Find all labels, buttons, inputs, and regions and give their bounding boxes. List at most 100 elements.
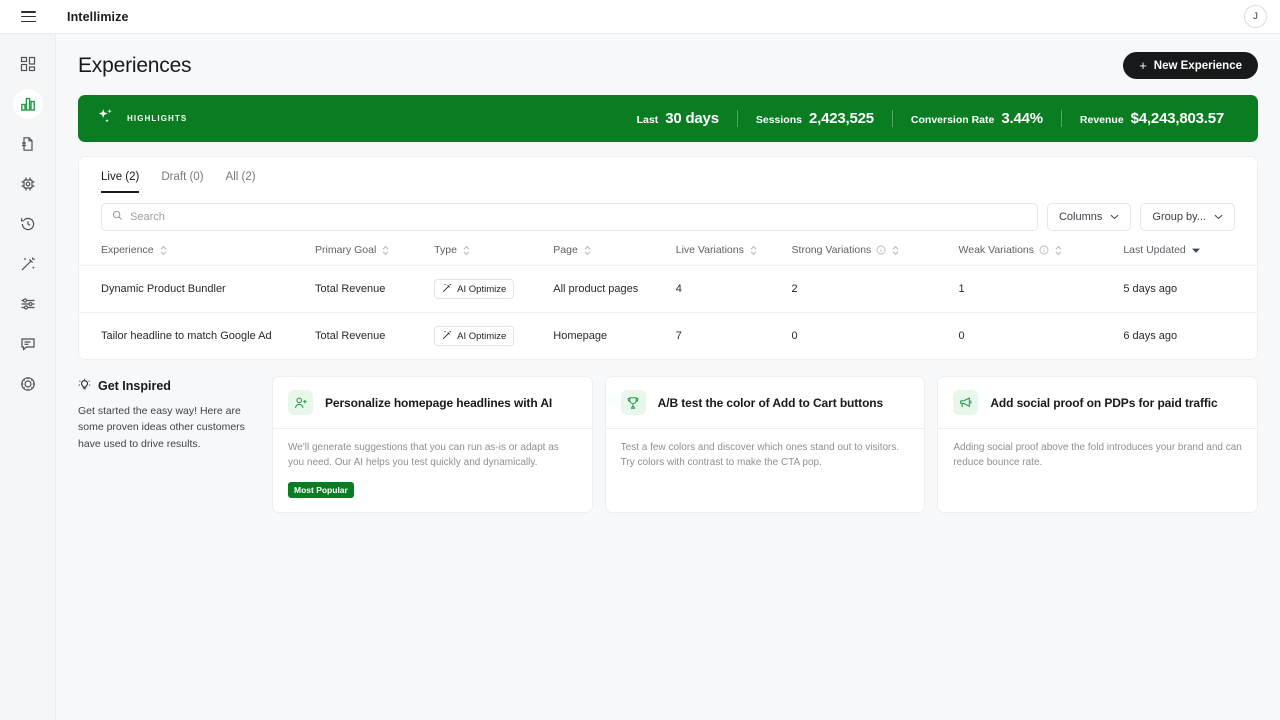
stat-value: 2,423,525 <box>809 110 874 127</box>
lightbulb-icon <box>78 378 91 394</box>
col-page[interactable]: Page <box>553 244 675 266</box>
cell-primary-goal: Total Revenue <box>315 313 434 360</box>
hamburger-menu-button[interactable] <box>0 0 56 34</box>
experiences-table: Experience Primary Goal Type <box>79 244 1257 359</box>
tab-all[interactable]: All (2) <box>226 171 256 193</box>
cell-last-updated: 5 days ago <box>1123 266 1257 313</box>
col-strong-variations[interactable]: Strong Variations <box>792 244 959 266</box>
sort-icon[interactable] <box>583 245 592 256</box>
table-toolbar: Columns Group by... <box>79 193 1257 231</box>
sparkle-icon <box>96 107 115 131</box>
magic-wand-icon <box>442 283 452 296</box>
stat-key: Last <box>637 114 659 126</box>
chevron-down-icon <box>1110 211 1119 223</box>
sidebar-rail <box>0 34 56 720</box>
table-row[interactable]: Tailor headline to match Google Ad Total… <box>79 313 1257 360</box>
sort-icon[interactable] <box>159 245 168 256</box>
avatar-initial: J <box>1253 11 1258 22</box>
cell-primary-goal: Total Revenue <box>315 266 434 313</box>
card-text: Test a few colors and discover which one… <box>621 441 910 470</box>
magic-wand-icon <box>442 330 452 343</box>
sort-icon[interactable] <box>749 245 758 256</box>
sort-desc-icon[interactable] <box>1191 245 1200 256</box>
stat-key: Sessions <box>756 114 802 126</box>
chevron-down-icon <box>1214 211 1223 223</box>
megaphone-icon <box>953 390 978 415</box>
card-header: A/B test the color of Add to Cart button… <box>606 377 925 428</box>
columns-label: Columns <box>1059 211 1102 223</box>
search-box[interactable] <box>101 203 1038 231</box>
cell-type: AI Optimize <box>434 313 553 360</box>
stat-key: Conversion Rate <box>911 114 994 126</box>
cell-strong-variations: 2 <box>792 266 959 313</box>
experiences-panel: Live (2) Draft (0) All (2) Columns <box>78 156 1258 360</box>
card-text: We'll generate suggestions that you can … <box>288 441 577 470</box>
highlights-left: HIGHLIGHTS <box>78 107 187 131</box>
cell-live-variations: 4 <box>676 266 792 313</box>
columns-dropdown[interactable]: Columns <box>1047 203 1131 231</box>
sidebar-item-controls[interactable] <box>0 284 56 324</box>
cell-weak-variations: 1 <box>959 266 1124 313</box>
stat-key: Revenue <box>1080 114 1124 126</box>
table-row[interactable]: Dynamic Product Bundler Total Revenue AI… <box>79 266 1257 313</box>
stat-value: 30 days <box>665 110 719 127</box>
sidebar-item-analytics[interactable] <box>0 84 56 124</box>
sort-icon[interactable] <box>891 245 900 256</box>
col-label: Strong Variations <box>792 244 872 256</box>
dashboard-grid-icon <box>13 49 43 79</box>
tab-draft[interactable]: Draft (0) <box>161 171 203 193</box>
search-input[interactable] <box>130 211 1027 223</box>
tab-bar: Live (2) Draft (0) All (2) <box>79 157 1257 193</box>
sort-icon[interactable] <box>462 245 471 256</box>
chip-settings-icon <box>13 169 43 199</box>
ai-optimize-badge: AI Optimize <box>434 326 514 346</box>
stat-sessions: Sessions 2,423,525 <box>737 110 892 127</box>
sort-icon[interactable] <box>381 245 390 256</box>
sidebar-item-settings[interactable] <box>0 164 56 204</box>
col-type[interactable]: Type <box>434 244 553 266</box>
top-bar: Intellimize J <box>0 0 1280 34</box>
new-experience-button[interactable]: + New Experience <box>1123 52 1258 79</box>
info-icon[interactable] <box>1039 245 1049 255</box>
user-plus-icon <box>288 390 313 415</box>
inspiration-card[interactable]: Personalize homepage headlines with AI W… <box>272 376 593 513</box>
inspiration-card[interactable]: A/B test the color of Add to Cart button… <box>605 376 926 513</box>
history-clock-icon <box>13 209 43 239</box>
inspiration-card[interactable]: Add social proof on PDPs for paid traffi… <box>937 376 1258 513</box>
cell-page: Homepage <box>553 313 675 360</box>
sidebar-item-messages[interactable] <box>0 324 56 364</box>
avatar[interactable]: J <box>1244 5 1267 28</box>
info-icon[interactable] <box>876 245 886 255</box>
col-label: Last Updated <box>1123 244 1185 256</box>
col-label: Primary Goal <box>315 244 376 256</box>
stat-value: $4,243,803.57 <box>1131 110 1224 127</box>
card-title: A/B test the color of Add to Cart button… <box>658 396 883 410</box>
col-weak-variations[interactable]: Weak Variations <box>959 244 1124 266</box>
stat-last: Last 30 days <box>619 110 737 127</box>
sidebar-item-documents[interactable] <box>0 124 56 164</box>
cell-last-updated: 6 days ago <box>1123 313 1257 360</box>
cell-type: AI Optimize <box>434 266 553 313</box>
most-popular-badge: Most Popular <box>288 482 354 498</box>
card-header: Personalize homepage headlines with AI <box>273 377 592 428</box>
tab-live[interactable]: Live (2) <box>101 171 139 193</box>
sort-icon[interactable] <box>1054 245 1063 256</box>
globe-icon <box>13 369 43 399</box>
table-header: Experience Primary Goal Type <box>79 244 1257 266</box>
get-inspired-title: Get Inspired <box>98 379 171 393</box>
new-experience-label: New Experience <box>1154 60 1242 72</box>
col-primary-goal[interactable]: Primary Goal <box>315 244 434 266</box>
sidebar-item-history[interactable] <box>0 204 56 244</box>
sidebar-item-ai-tools[interactable] <box>0 244 56 284</box>
trophy-icon <box>621 390 646 415</box>
col-live-variations[interactable]: Live Variations <box>676 244 792 266</box>
stat-value: 3.44% <box>1001 110 1043 127</box>
cell-strong-variations: 0 <box>792 313 959 360</box>
group-by-dropdown[interactable]: Group by... <box>1140 203 1235 231</box>
sidebar-item-globe[interactable] <box>0 364 56 404</box>
cell-experience: Dynamic Product Bundler <box>79 266 315 313</box>
col-experience[interactable]: Experience <box>79 244 315 266</box>
page-header: Experiences + New Experience <box>56 34 1280 79</box>
sidebar-item-dashboard[interactable] <box>0 44 56 84</box>
col-last-updated[interactable]: Last Updated <box>1123 244 1257 266</box>
